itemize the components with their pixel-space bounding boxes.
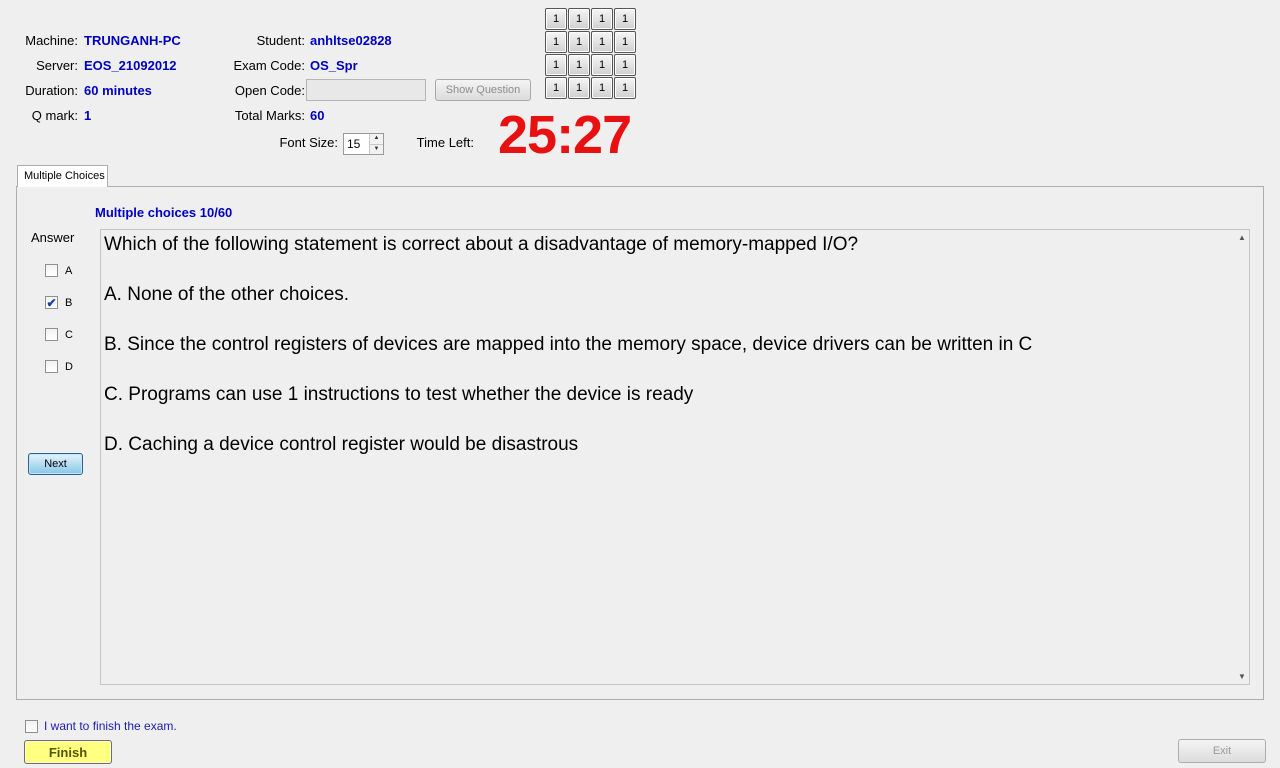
student-value: anhltse02828 [310, 33, 392, 48]
question-grid-button[interactable]: 1 [591, 8, 613, 30]
choice-d-text: D. Caching a device control register wou… [104, 434, 579, 455]
question-grid-button[interactable]: 1 [591, 31, 613, 53]
tab-multiple-choices[interactable]: Multiple Choices [17, 165, 108, 187]
question-grid-button[interactable]: 1 [545, 54, 567, 76]
open-code-input[interactable] [306, 79, 426, 101]
font-size-value[interactable]: 15 [344, 134, 369, 154]
exit-button[interactable]: Exit [1178, 739, 1266, 763]
finish-checkbox[interactable] [25, 719, 38, 733]
question-grid-button[interactable]: 1 [568, 54, 590, 76]
spin-up-icon[interactable]: ▲ [370, 134, 383, 145]
duration-label: Duration: [25, 83, 78, 98]
option-b-checkbox[interactable]: ✔ [45, 295, 58, 310]
qmark-value: 1 [84, 108, 92, 123]
spin-down-icon[interactable]: ▼ [370, 144, 383, 154]
student-label: Student: [256, 33, 305, 48]
qmark-label: Q mark: [31, 108, 78, 123]
exam-code-value: OS_Spr [310, 58, 358, 73]
question-grid-button[interactable]: 1 [614, 31, 636, 53]
finish-button[interactable]: Finish [24, 740, 112, 764]
machine-value: TRUNGANH-PC [84, 33, 181, 48]
question-grid-button[interactable]: 1 [568, 8, 590, 30]
option-a[interactable]: A [45, 264, 72, 277]
question-grid-button[interactable]: 1 [591, 54, 613, 76]
question-text: Which of the following statement is corr… [104, 234, 859, 255]
font-size-spinner[interactable]: 15 ▲ ▼ [343, 133, 384, 155]
open-code-label: Open Code: [234, 83, 305, 98]
exam-code-label: Exam Code: [233, 58, 305, 73]
server-value: EOS_21092012 [84, 58, 177, 73]
option-c[interactable]: C [45, 328, 73, 341]
scrollbar[interactable]: ▲ ▼ [1235, 230, 1249, 684]
time-left-label: Time Left: [416, 135, 474, 150]
option-d-label: D [65, 360, 73, 373]
question-grid-button[interactable]: 1 [568, 31, 590, 53]
section-title: Multiple choices 10/60 [95, 205, 233, 220]
server-label: Server: [36, 58, 78, 73]
question-box[interactable]: Which of the following statement is corr… [100, 229, 1250, 685]
machine-label: Machine: [25, 33, 78, 48]
option-a-label: A [65, 264, 73, 277]
question-grid-button[interactable]: 1 [614, 77, 636, 99]
scroll-down-icon[interactable]: ▼ [1238, 672, 1246, 681]
show-question-button[interactable]: Show Question [435, 79, 531, 101]
question-grid-button[interactable]: 1 [591, 77, 613, 99]
next-button[interactable]: Next [28, 453, 83, 475]
question-grid-button[interactable]: 1 [545, 77, 567, 99]
option-d[interactable]: D [45, 360, 73, 373]
option-d-checkbox[interactable] [45, 360, 58, 373]
check-icon: ✔ [46, 295, 57, 310]
choice-a-text: A. None of the other choices. [104, 284, 350, 305]
duration-value: 60 minutes [84, 83, 152, 98]
question-grid-button[interactable]: 1 [545, 8, 567, 30]
question-grid-button[interactable]: 1 [568, 77, 590, 99]
total-marks-value: 60 [310, 108, 325, 123]
answer-label: Answer [31, 230, 75, 245]
question-grid-button[interactable]: 1 [614, 8, 636, 30]
font-size-label: Font Size: [279, 135, 338, 150]
option-c-label: C [65, 328, 73, 341]
scroll-up-icon[interactable]: ▲ [1238, 233, 1246, 242]
option-a-checkbox[interactable] [45, 264, 58, 277]
finish-checkbox-label[interactable]: I want to finish the exam. [44, 719, 177, 733]
question-grid: 1 1 1 1 1 1 1 1 1 1 1 1 1 1 1 1 [545, 8, 636, 99]
question-grid-button[interactable]: 1 [545, 31, 567, 53]
timer: 25:27 [498, 105, 632, 165]
choice-c-text: C. Programs can use 1 instructions to te… [104, 384, 694, 405]
choice-b-text: B. Since the control registers of device… [104, 334, 1033, 355]
finish-checkbox-row[interactable]: I want to finish the exam. [25, 719, 177, 733]
question-grid-button[interactable]: 1 [614, 54, 636, 76]
option-b-label: B [65, 296, 73, 309]
option-b[interactable]: ✔ B [45, 295, 73, 310]
option-c-checkbox[interactable] [45, 328, 58, 341]
total-marks-label: Total Marks: [234, 108, 305, 123]
